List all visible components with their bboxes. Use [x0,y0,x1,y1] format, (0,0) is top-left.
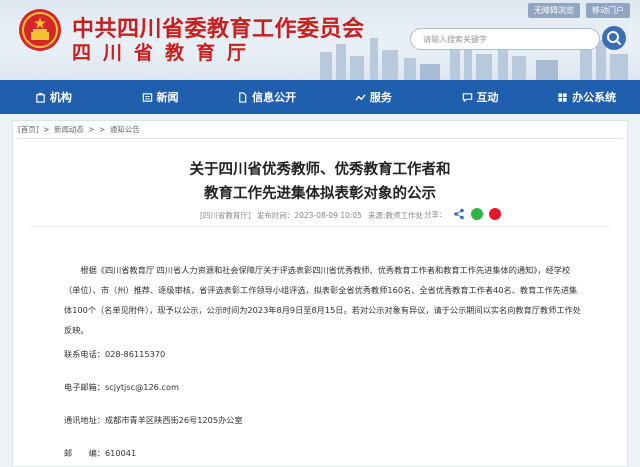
contact-postcode: 邮 编：610041 [64,448,137,458]
breadcrumb-news-link[interactable]: 新闻动态 [54,125,84,134]
share-label: 分享： [424,209,447,219]
breadcrumb-separator: > [88,125,95,134]
nav-item-interaction[interactable]: 互动 [427,80,534,114]
nav-label: 互动 [476,91,499,104]
office-icon [558,92,567,102]
article-body: 根据《四川省教育厅 四川省人力资源和社会保障厅关于评选表彰四川省优秀教师、优秀教… [64,265,581,335]
nav-item-office-system[interactable]: 办公系统 [533,80,640,114]
article-title-line1: 关于四川省优秀教师、优秀教育工作者和 [189,162,451,178]
contact-email: 电子邮箱：scjytjsc@126.com [64,382,179,392]
search-input[interactable]: 请输入搜索关键字 [410,28,600,50]
article-source: [四川省教育厅] [200,211,251,220]
breadcrumb-notice-link[interactable]: 通知公告 [110,125,140,134]
accessibility-link[interactable]: 无障碍浏览 [528,3,580,18]
nav-label: 办公系统 [572,91,617,104]
search-button[interactable] [602,26,626,50]
article-title-line2: 教育工作先进集体拟表彰对象的公示 [204,186,436,202]
nav-item-news[interactable]: 新闻 [107,80,214,114]
share-bar: 分享： [424,208,501,220]
nav-label: 新闻 [156,91,179,104]
weibo-icon[interactable] [488,208,501,220]
nav-label: 信息公开 [252,91,297,104]
publish-time: 发布时间：2023-08-09 10:05 [256,211,362,220]
chat-icon [462,92,472,102]
top-links: 无障碍浏览 移动门户 [528,3,630,18]
article-meta: [四川省教育厅] 发布时间：2023-08-09 10:05 来源:教师工作处 [200,210,423,221]
dept-name: 四川省教育厅 [72,42,259,64]
nav-label: 机构 [49,91,72,104]
breadcrumb-separator: > [43,125,50,134]
mobile-portal-link[interactable]: 移动门户 [586,3,630,18]
share-icon[interactable] [453,208,465,220]
wechat-icon[interactable] [470,208,483,220]
divider [30,226,610,227]
document-icon [239,91,247,103]
contact-phone: 联系电话：028-86115370 [64,349,166,359]
nav-label: 服务 [369,91,392,104]
service-icon [355,93,366,101]
search-icon [607,31,621,45]
site-header: 中共四川省委教育工作委员会 四川省教育厅 无障碍浏览 移动门户 请输入搜索关键字 [0,0,640,80]
main-nav: 机构 新闻 信息公开 服务 互动 办公系统 [0,80,640,114]
nav-item-service[interactable]: 服务 [320,80,427,114]
breadcrumb-separator: > [99,125,106,134]
nav-item-info-disclosure[interactable]: 信息公开 [213,80,320,114]
article-department: 来源:教师工作处 [367,211,423,220]
nav-item-institution[interactable]: 机构 [0,80,107,114]
building-icon [36,92,45,103]
breadcrumb-home-link[interactable]: [首页] [18,125,39,134]
news-icon [142,92,152,102]
divider [18,138,622,139]
breadcrumb: [首页] > 新闻动态 > > 通知公告 [18,124,142,135]
national-emblem-icon [19,9,61,51]
contact-address: 通讯地址：成都市青羊区陕西街26号1205办公室 [64,415,243,425]
